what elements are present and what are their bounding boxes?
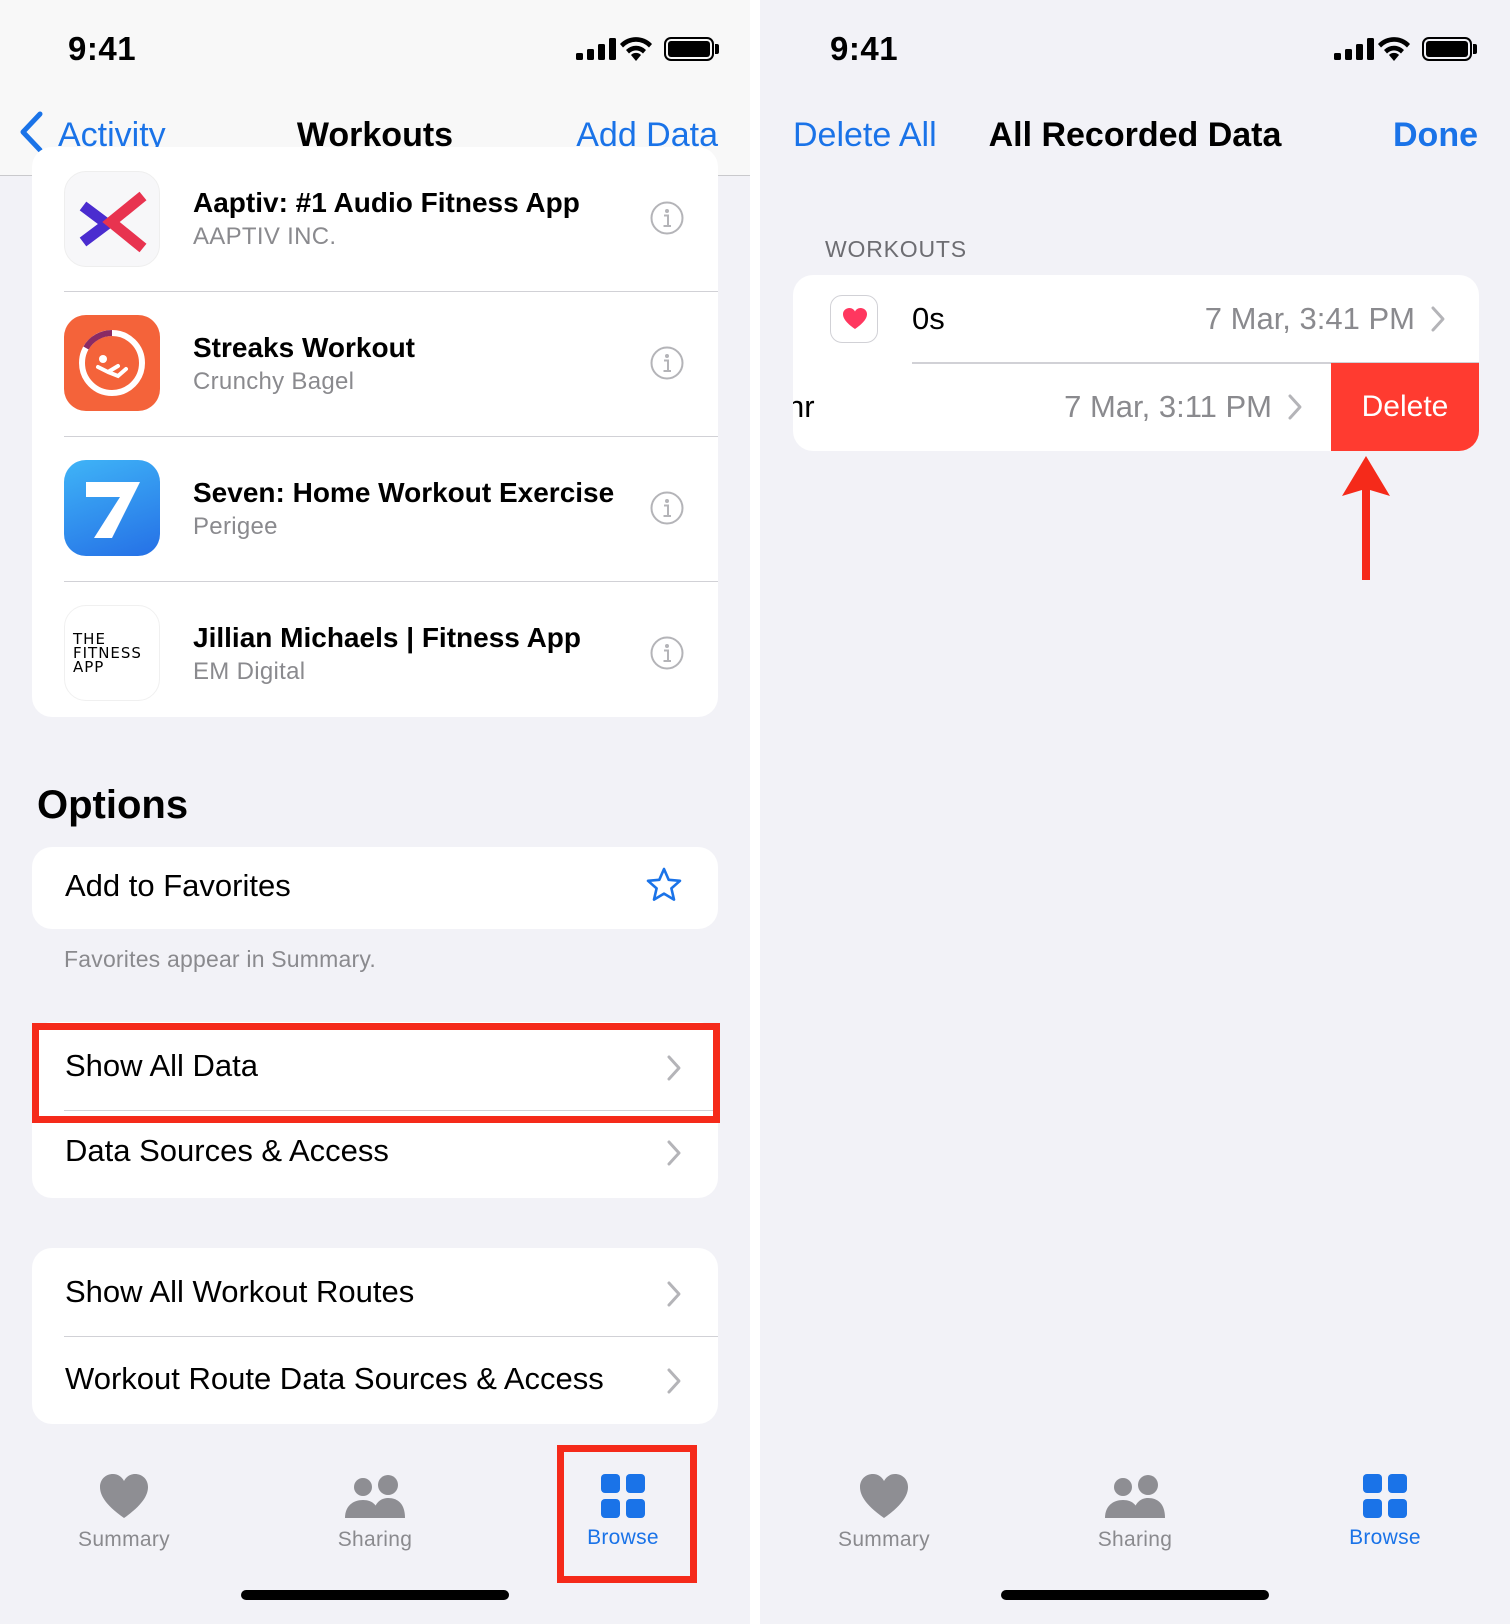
data-sources-row[interactable]: Data Sources & Access: [32, 1111, 718, 1198]
list-item[interactable]: THE FITNESS APP Jillian Michaels | Fitne…: [32, 582, 718, 717]
section-header: WORKOUTS: [825, 236, 967, 262]
wifi-icon: [620, 37, 652, 61]
home-indicator[interactable]: [241, 1590, 509, 1600]
seven-icon: [64, 460, 160, 556]
wifi-icon: [1378, 37, 1410, 61]
workout-row[interactable]: 0s 7 Mar, 3:41 PM: [793, 275, 1479, 362]
apps-card: Aaptiv: #1 Audio Fitness App AAPTIV INC.: [32, 147, 718, 717]
status-time: 9:41: [830, 30, 899, 67]
app-name: Seven: Home Workout Exercise: [193, 477, 615, 508]
streaks-icon: [64, 315, 160, 411]
favorites-card: Add to Favorites: [32, 847, 718, 929]
status-bar: 9:41: [0, 0, 750, 100]
tab-label: Browse: [1349, 1526, 1421, 1549]
highlight-browse-tab: [557, 1445, 697, 1583]
app-name: Aaptiv: #1 Audio Fitness App: [193, 187, 580, 218]
add-to-favorites-row[interactable]: Add to Favorites: [32, 847, 718, 929]
route-sources-row[interactable]: Workout Route Data Sources & Access: [32, 1337, 718, 1424]
workout-duration: 0s: [912, 301, 945, 336]
grid-icon: [1363, 1474, 1407, 1518]
info-icon[interactable]: [650, 346, 684, 380]
tab-bar: Summary Sharing Browse: [760, 1440, 1510, 1624]
app-name: Jillian Michaels | Fitness App: [193, 622, 582, 653]
tab-summary[interactable]: Summary: [804, 1474, 964, 1552]
chevron-right-icon: [667, 1368, 681, 1394]
heart-icon: [100, 1474, 148, 1518]
workout-duration: hr: [793, 389, 815, 424]
status-bar: 9:41: [760, 0, 1510, 100]
app-developer: Crunchy Bagel: [193, 368, 355, 395]
home-indicator[interactable]: [1001, 1590, 1269, 1600]
delete-button[interactable]: Delete: [1331, 363, 1479, 451]
routes-card: Show All Workout Routes Workout Route Da…: [32, 1248, 718, 1424]
workouts-list: 0s 7 Mar, 3:41 PM hr 7 Mar, 3:11 PM Dele…: [793, 275, 1479, 451]
data-sources-label: Data Sources & Access: [65, 1133, 389, 1168]
tab-summary[interactable]: Summary: [44, 1474, 204, 1552]
battery-icon: [1422, 37, 1472, 61]
info-icon[interactable]: [650, 491, 684, 525]
people-icon: [345, 1475, 405, 1518]
tab-sharing[interactable]: Sharing: [295, 1474, 455, 1552]
people-icon: [1105, 1475, 1165, 1518]
favorites-note: Favorites appear in Summary.: [64, 946, 376, 972]
tab-sharing[interactable]: Sharing: [1055, 1474, 1215, 1552]
workout-date: 7 Mar, 3:11 PM: [1064, 389, 1272, 424]
app-developer: AAPTIV INC.: [193, 223, 337, 250]
chevron-right-icon: [667, 1140, 681, 1166]
nav-bar: Delete All All Recorded Data Done: [760, 100, 1510, 176]
all-recorded-data-screen: 9:41 Delete All All Recorded Data Done W…: [760, 0, 1510, 1624]
aaptiv-icon: [64, 171, 160, 267]
battery-cap: [1473, 44, 1477, 54]
icon-text: APP: [73, 658, 105, 676]
cellular-signal-icon: [1334, 38, 1374, 60]
info-icon[interactable]: [650, 201, 684, 235]
fitness-app-icon: THE FITNESS APP: [64, 605, 160, 701]
tab-label: Sharing: [337, 1528, 413, 1551]
show-routes-row[interactable]: Show All Workout Routes: [32, 1248, 718, 1336]
workouts-screen: 9:41 Activity Workouts Add Data Aaptiv: …: [0, 0, 750, 1624]
options-title: Options: [37, 783, 189, 827]
heart-icon: [843, 308, 867, 329]
show-routes-label: Show All Workout Routes: [65, 1274, 415, 1309]
highlight-show-all-data: [32, 1023, 720, 1123]
done-button[interactable]: Done: [1393, 116, 1478, 155]
route-sources-label: Workout Route Data Sources & Access: [65, 1361, 604, 1396]
tab-label: Summary: [838, 1528, 930, 1551]
add-to-favorites-label: Add to Favorites: [65, 868, 291, 903]
battery-icon: [664, 37, 714, 61]
tab-browse[interactable]: Browse: [1305, 1474, 1465, 1550]
star-icon[interactable]: [645, 866, 683, 904]
chevron-right-icon: [1288, 394, 1302, 420]
app-developer: EM Digital: [193, 658, 306, 685]
chevron-right-icon: [1431, 306, 1445, 332]
list-item[interactable]: Aaptiv: #1 Audio Fitness App AAPTIV INC.: [32, 147, 718, 291]
chevron-right-icon: [667, 1281, 681, 1307]
tab-label: Summary: [78, 1528, 170, 1551]
workout-date: 7 Mar, 3:41 PM: [1204, 301, 1415, 336]
status-time: 9:41: [68, 30, 137, 67]
arrow-up-icon: [1342, 456, 1390, 580]
battery-cap: [715, 44, 719, 54]
tab-label: Sharing: [1097, 1528, 1173, 1551]
list-item[interactable]: Streaks Workout Crunchy Bagel: [32, 292, 718, 436]
heart-icon: [860, 1474, 908, 1518]
health-app-icon: [830, 295, 878, 343]
app-developer: Perigee: [193, 513, 278, 540]
cellular-signal-icon: [576, 38, 616, 60]
info-icon[interactable]: [650, 636, 684, 670]
list-item[interactable]: Seven: Home Workout Exercise Perigee: [32, 437, 718, 581]
app-name: Streaks Workout: [193, 332, 415, 363]
